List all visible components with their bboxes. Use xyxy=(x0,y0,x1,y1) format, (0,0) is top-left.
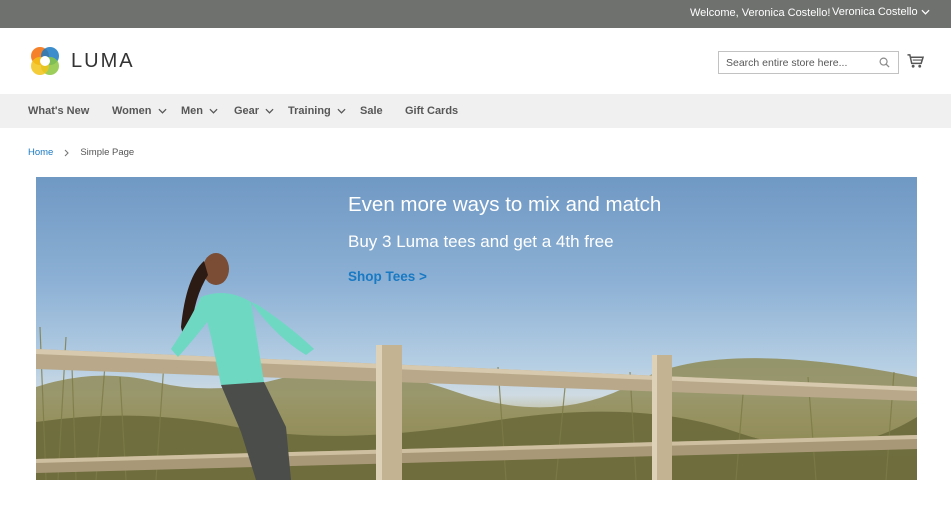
chevron-down-icon xyxy=(157,108,167,114)
nav-item-label: Training xyxy=(288,105,331,117)
nav-item-whats-new[interactable]: What's New xyxy=(28,105,89,117)
banner-subtitle: Buy 3 Luma tees and get a 4th free xyxy=(348,232,614,251)
shop-tees-link[interactable]: Shop Tees > xyxy=(348,269,427,284)
nav-item-label: Sale xyxy=(360,105,383,117)
nav-item-label: Gear xyxy=(234,105,260,117)
store-logo[interactable]: LUMA xyxy=(28,44,135,78)
nav-item-label: Women xyxy=(112,105,152,117)
nav-item-label: Gift Cards xyxy=(405,105,459,117)
nav-item-gear[interactable]: Gear xyxy=(234,105,274,117)
logo-text: LUMA xyxy=(71,49,135,72)
chevron-down-icon xyxy=(921,9,930,15)
luma-logo-icon xyxy=(31,47,59,75)
main-navigation: What's New Women Men Gear Training Sale … xyxy=(0,94,951,128)
welcome-message: Welcome, Veronica Costello! xyxy=(690,7,831,19)
chevron-right-icon xyxy=(64,149,70,156)
chevron-down-icon xyxy=(265,108,274,114)
nav-item-women[interactable]: Women xyxy=(112,105,167,117)
nav-item-training[interactable]: Training xyxy=(288,105,346,117)
breadcrumb-home-link[interactable]: Home xyxy=(28,147,53,158)
promo-banner[interactable]: Even more ways to mix and match Buy 3 Lu… xyxy=(36,177,917,480)
breadcrumb: Home Simple Page xyxy=(28,147,134,158)
nav-item-label: What's New xyxy=(28,105,90,117)
nav-item-sale[interactable]: Sale xyxy=(360,105,383,117)
search-icon[interactable] xyxy=(879,57,890,68)
nav-item-gift-cards[interactable]: Gift Cards xyxy=(405,105,458,117)
search-box xyxy=(718,51,899,74)
nav-item-men[interactable]: Men xyxy=(181,105,218,117)
chevron-down-icon xyxy=(209,108,218,114)
account-menu-button[interactable]: Veronica Costello xyxy=(832,6,930,18)
nav-item-label: Men xyxy=(181,105,203,117)
banner-photo xyxy=(36,253,917,480)
search-input[interactable] xyxy=(719,52,869,73)
banner-title: Even more ways to mix and match xyxy=(348,193,662,216)
top-bar: Welcome, Veronica Costello! Veronica Cos… xyxy=(0,0,951,28)
chevron-down-icon xyxy=(337,108,346,114)
account-name: Veronica Costello xyxy=(832,6,918,18)
breadcrumb-current: Simple Page xyxy=(80,147,135,158)
cart-icon[interactable] xyxy=(907,53,924,69)
